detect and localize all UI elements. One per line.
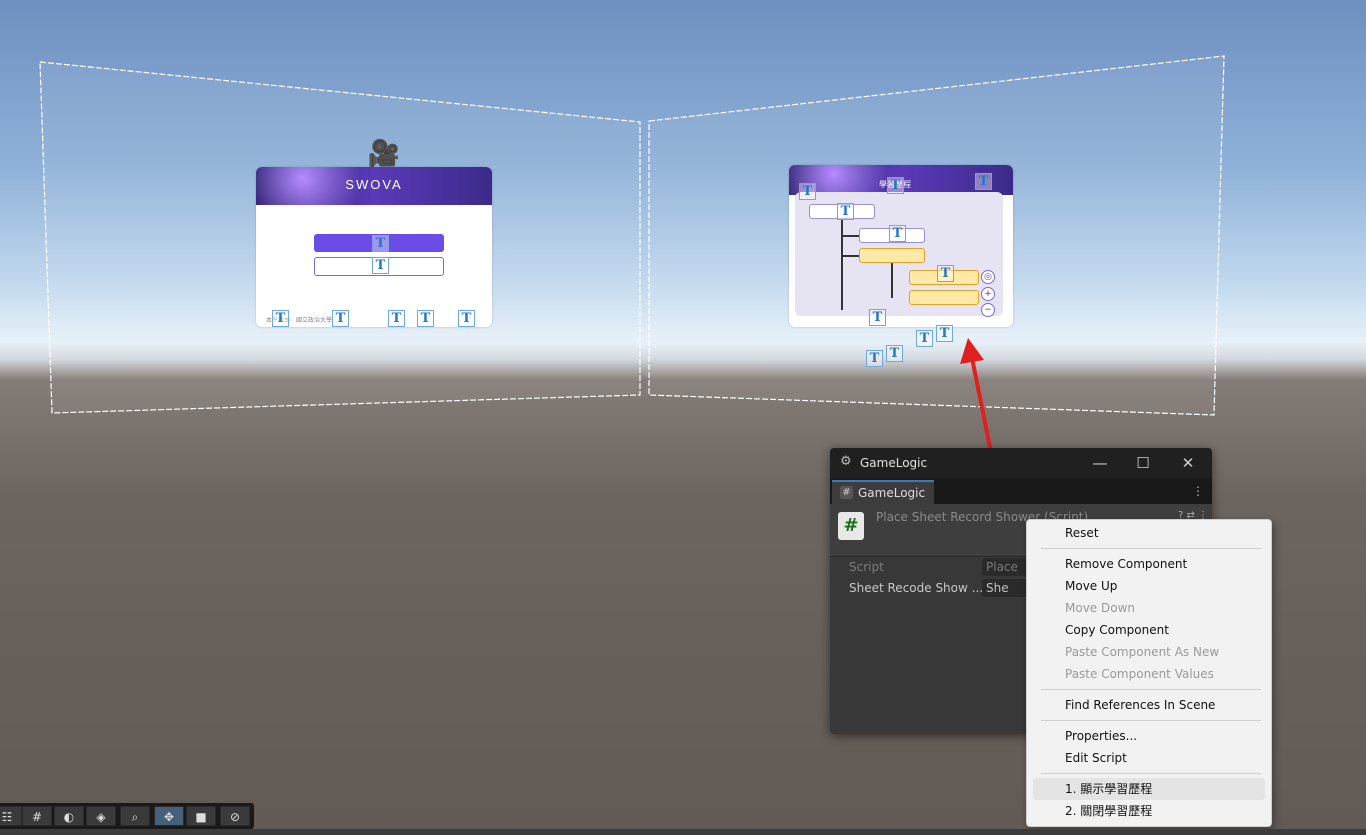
text-gizmo-icon[interactable]: T: [332, 310, 349, 327]
text-gizmo-icon[interactable]: T: [889, 225, 906, 242]
view-tool-icon[interactable]: ☷: [0, 806, 22, 826]
menu-separator: [1041, 773, 1261, 774]
text-gizmo-icon[interactable]: T: [869, 309, 886, 326]
menu-item-move-up[interactable]: Move Up: [1033, 575, 1265, 597]
menu-separator: [1041, 689, 1261, 690]
record-node[interactable]: [909, 290, 979, 305]
sheet-recode-label: Sheet Recode Show ...: [849, 581, 984, 595]
swova-logo: SWOVA: [345, 177, 403, 192]
camera-gizmo-icon[interactable]: 🎥: [366, 137, 402, 171]
menu-item-show-record[interactable]: 1. 顯示學習歷程: [1033, 778, 1265, 800]
text-gizmo-icon[interactable]: T: [799, 183, 816, 200]
camera-icon[interactable]: ■: [186, 806, 216, 826]
window-titlebar[interactable]: ⚙ GameLogic — ☐ ✕: [830, 448, 1212, 478]
status-strip: [0, 829, 1366, 835]
text-gizmo-icon[interactable]: T: [272, 310, 289, 327]
close-icon[interactable]: ✕: [1174, 452, 1202, 474]
tree-line: [841, 214, 843, 310]
maximize-icon[interactable]: ☐: [1129, 452, 1157, 474]
menu-item-reset[interactable]: Reset: [1033, 522, 1265, 544]
minimize-icon[interactable]: —: [1086, 452, 1114, 474]
text-gizmo-icon[interactable]: T: [372, 257, 389, 274]
text-gizmo-icon[interactable]: T: [886, 345, 903, 362]
record-node[interactable]: [859, 248, 925, 263]
tree-line: [841, 235, 859, 237]
layers-icon[interactable]: ◈: [86, 806, 116, 826]
more-options-icon[interactable]: ⋮: [1192, 484, 1204, 498]
text-gizmo-icon[interactable]: T: [936, 325, 953, 342]
context-menu: Reset Remove Component Move Up Move Down…: [1026, 519, 1272, 827]
unity-cube-icon: ⚙: [840, 454, 852, 469]
tab-label: GameLogic: [858, 486, 926, 500]
move-tool-icon[interactable]: ✥: [154, 806, 184, 826]
menu-separator: [1041, 720, 1261, 721]
learning-record-screen[interactable]: 學習歷程 ◎ + − T T T T T T T: [789, 165, 1013, 327]
text-gizmo-icon[interactable]: T: [388, 310, 405, 327]
tab-bar: # GameLogic ⋮: [830, 478, 1212, 504]
text-gizmo-icon[interactable]: T: [372, 235, 389, 252]
scene-toolbar: ☷ # ◐ ◈ ⌕ ✥ ■ ⊘: [0, 803, 254, 829]
menu-item-remove-component[interactable]: Remove Component: [1033, 553, 1265, 575]
text-gizmo-icon[interactable]: T: [866, 350, 883, 367]
menu-item-close-record[interactable]: 2. 關閉學習歷程: [1033, 800, 1265, 822]
login-screen[interactable]: SWOVA 本平台由 國立政治大學 T T T T T T T: [256, 167, 492, 327]
search-icon[interactable]: ⌕: [120, 806, 150, 826]
text-gizmo-icon[interactable]: T: [837, 203, 854, 220]
menu-item-properties[interactable]: Properties...: [1033, 725, 1265, 747]
menu-item-paste-values: Paste Component Values: [1065, 667, 1214, 681]
zoom-out-icon[interactable]: −: [981, 303, 995, 317]
csharp-script-icon: #: [838, 512, 864, 540]
lighting-icon[interactable]: ◐: [54, 806, 84, 826]
text-gizmo-icon[interactable]: T: [937, 265, 954, 282]
settings-round-icon[interactable]: ◎: [981, 270, 995, 284]
text-gizmo-icon[interactable]: T: [417, 310, 434, 327]
tree-line: [891, 260, 893, 298]
text-gizmo-icon[interactable]: T: [975, 173, 992, 190]
window-title: GameLogic: [860, 456, 928, 470]
menu-separator: [1041, 548, 1261, 549]
tree-line: [841, 255, 859, 257]
zoom-in-icon[interactable]: +: [981, 287, 995, 301]
menu-item-find-references[interactable]: Find References In Scene: [1033, 694, 1265, 716]
menu-item-paste-as-new: Paste Component As New: [1065, 645, 1220, 659]
banner-image: SWOVA: [256, 167, 492, 205]
record-tree-panel: ◎ + −: [795, 192, 1003, 317]
script-field-label: Script: [849, 560, 884, 574]
menu-item-move-down: Move Down: [1065, 601, 1135, 615]
grid-icon[interactable]: #: [22, 806, 52, 826]
text-gizmo-icon[interactable]: T: [916, 330, 933, 347]
text-gizmo-icon[interactable]: T: [458, 310, 475, 327]
text-gizmo-icon[interactable]: T: [887, 177, 904, 194]
menu-item-edit-script[interactable]: Edit Script: [1033, 747, 1265, 769]
compass-icon[interactable]: ⊘: [220, 806, 250, 826]
script-hash-icon: #: [840, 486, 853, 499]
menu-item-copy-component[interactable]: Copy Component: [1033, 619, 1265, 641]
tab-gamelogic[interactable]: # GameLogic: [832, 480, 934, 504]
